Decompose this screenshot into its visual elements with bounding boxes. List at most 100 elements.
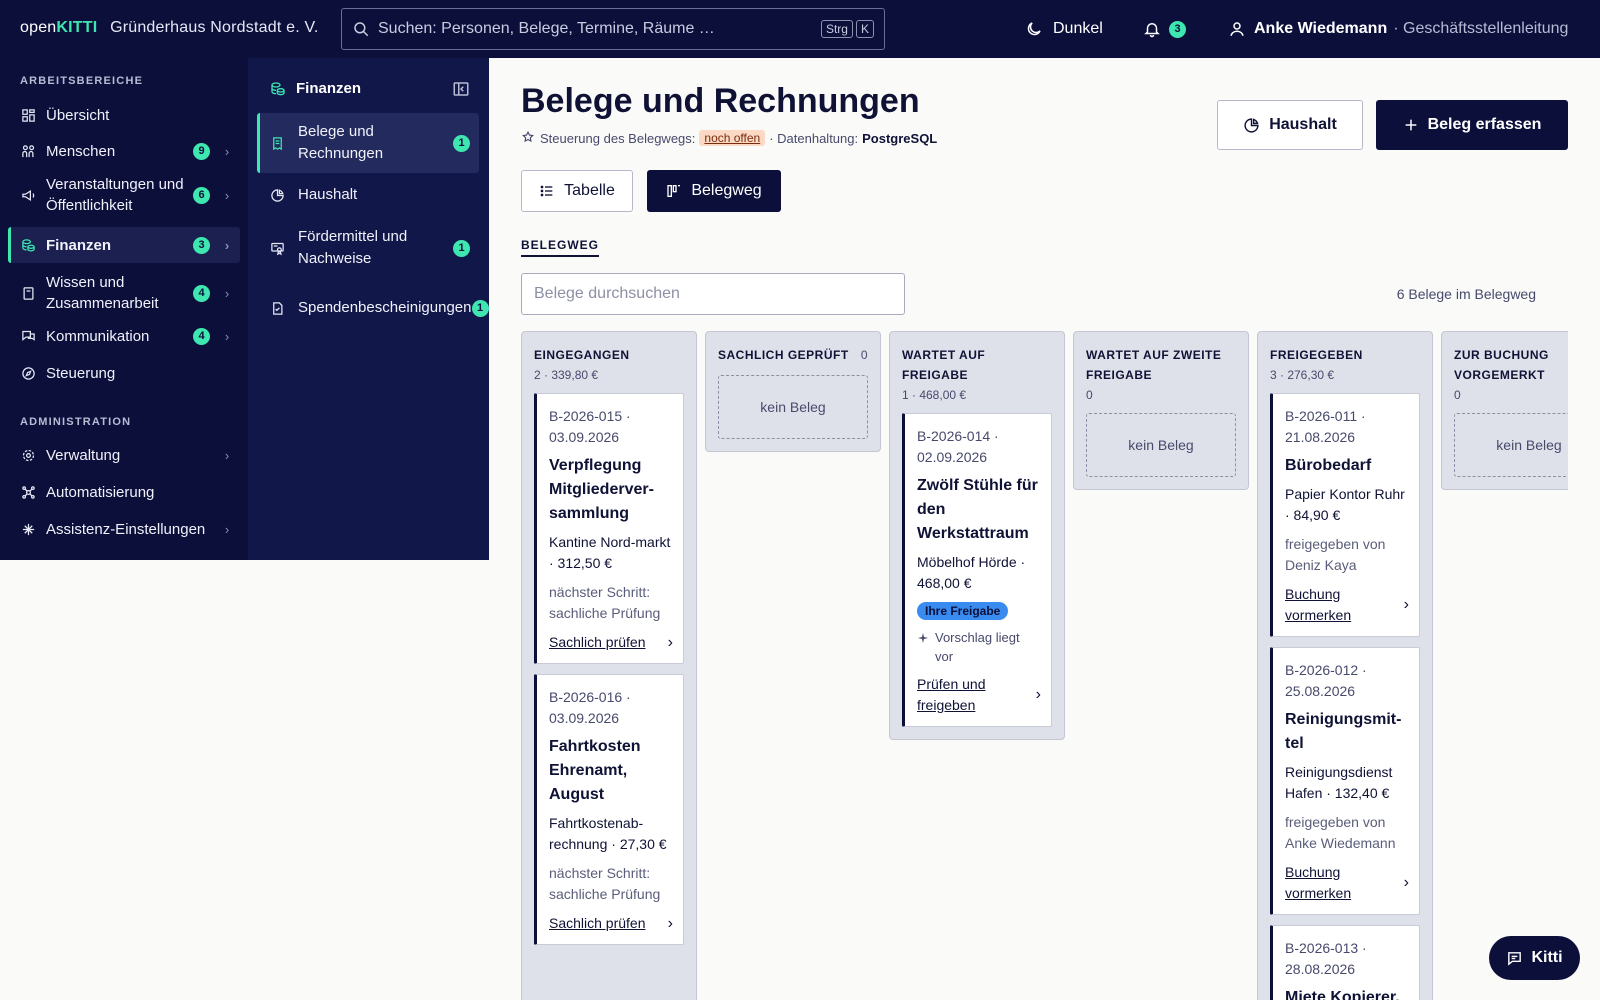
assistant-button[interactable]: Kitti [1489, 936, 1580, 980]
global-search[interactable]: Suchen: Personen, Belege, Termine, Räume… [341, 8, 885, 50]
workflow-icon [521, 131, 535, 145]
receipt-count: 6 Belege im Belegweg [1396, 286, 1536, 302]
list-icon [539, 183, 555, 199]
sidebar-item-label: Assistenz-Einstellungen [46, 520, 206, 538]
card-title: Fahrtkosten Ehrenamt, August [549, 738, 641, 803]
card-action-link[interactable]: Prüfen und freigeben [917, 674, 1036, 716]
sidebar-item-badge: 6 [193, 186, 210, 204]
view-board-button[interactable]: Belegweg [647, 170, 781, 212]
sidebar-item-label: Wissen und Zusammenarbeit [46, 274, 159, 312]
sidebar-item-automation[interactable]: Automatisierung [8, 475, 240, 509]
card-action[interactable]: Prüfen und freigeben › [917, 674, 1041, 716]
card-vendor-amount: Kantine Nord-markt · 312,50 € [549, 534, 671, 571]
chevron-right-icon: › [224, 328, 230, 344]
search-placeholder: Suchen: Personen, Belege, Termine, Räume… [378, 20, 715, 37]
card-action[interactable]: Sachlich prüfen › [549, 913, 673, 934]
card-action-link[interactable]: Sachlich prüfen [549, 632, 668, 653]
board-column-received: EINGEGANGEN 2 · 339,80 € B-2026-015 · 03… [521, 331, 697, 1000]
card-action-link[interactable]: Buchung vormerken [1285, 862, 1404, 904]
subnav-item-donation-receipts[interactable]: Spendenbescheinigungen 1 [257, 278, 489, 338]
column-title: ZUR BUCHUNG VORGEMERKT [1454, 348, 1549, 382]
sidebar-item-administration[interactable]: Verwaltung › [8, 438, 240, 472]
sidebar-item-people[interactable]: Menschen 9 › [8, 134, 240, 168]
add-receipt-button[interactable]: Beleg erfassen [1376, 100, 1568, 150]
card-reference: B-2026-014 · 02.09.2026 [917, 428, 999, 465]
sidebar-item-finance[interactable]: Finanzen 3 › [8, 227, 240, 263]
collapse-sidebar-icon[interactable] [452, 80, 470, 98]
document-check-icon [270, 301, 286, 316]
receipt-card[interactable]: B-2026-015 · 03.09.2026 Verpflegung Mitg… [534, 393, 684, 664]
subnav-item-funding[interactable]: Fördermittel und Nachweise 1 [257, 218, 479, 278]
card-action[interactable]: Sachlich prüfen › [549, 632, 673, 653]
sidebar-item-badge: 9 [193, 142, 210, 160]
receipt-card[interactable]: B-2026-012 · 25.08.2026 Reinigungsmit-te… [1270, 647, 1420, 915]
column-empty-state: kein Beleg [1454, 413, 1568, 477]
column-title: SACHLICH GEPRÜFT [718, 348, 849, 362]
sidebar-item-knowledge[interactable]: Wissen und Zusammenarbeit 4 › [8, 270, 240, 316]
receipt-card[interactable]: B-2026-014 · 02.09.2026 Zwölf Stühle für… [902, 413, 1052, 727]
card-next-step: nächster Schritt: sachliche Prüfung [549, 584, 661, 621]
sidebar-item-label: Automatisierung [46, 483, 155, 501]
page-title: Belege und Rechnungen [521, 82, 920, 120]
sidebar-item-label: Menschen [46, 142, 116, 160]
board-column-approved: FREIGEGEBEN 3 · 276,30 € B-2026-011 · 21… [1257, 331, 1433, 1000]
pie-chart-icon [270, 188, 286, 203]
board-column-booking-reserved: ZUR BUCHUNG VORGEMERKT 0 kein Beleg [1441, 331, 1568, 490]
status-badge[interactable]: noch offen [699, 130, 766, 146]
moon-icon [1025, 20, 1043, 38]
card-action[interactable]: Buchung vormerken › [1285, 584, 1409, 626]
sidebar-item-overview[interactable]: Übersicht [8, 98, 240, 132]
card-vendor-amount: Möbelhof Hörde · 468,00 € [917, 554, 1026, 591]
section-heading-admin: ADMINISTRATION [20, 416, 132, 428]
budget-button[interactable]: Haushalt [1217, 100, 1363, 150]
sidebar-item-badge: 4 [193, 327, 210, 345]
chevron-right-icon: › [667, 633, 673, 651]
certificate-icon [270, 241, 286, 256]
sidebar-item-assistant-settings[interactable]: Assistenz-Einstellungen › [8, 512, 240, 546]
organization-name: Gründerhaus Nordstadt e. V. [110, 19, 319, 36]
receipt-card[interactable]: B-2026-013 · 28.08.2026 Miete Kopierer, [1270, 925, 1420, 1000]
chevron-right-icon: › [667, 914, 673, 932]
sidebar-item-events[interactable]: Veranstaltungen und Öffentlichkeit 6 › [8, 172, 240, 218]
column-summary: 2 · 339,80 € [534, 368, 599, 382]
theme-label: Dunkel [1053, 20, 1103, 37]
column-empty-state: kein Beleg [718, 375, 868, 439]
board-column-second-approval: WARTET AUF ZWEITE FREIGABE 0 kein Beleg [1073, 331, 1249, 490]
sidebar-item-control[interactable]: Steuerung [8, 356, 240, 390]
card-suggestion: Vorschlag liegt vor [917, 628, 1041, 666]
subnav-item-receipts[interactable]: Belege und Rechnungen 1 [257, 113, 479, 173]
column-title: WARTET AUF ZWEITE FREIGABE [1086, 348, 1222, 382]
chevron-right-icon: › [1403, 596, 1409, 613]
pie-chart-icon [1243, 117, 1260, 134]
sidebar-item-label: Kommunikation [46, 327, 150, 345]
receipt-card[interactable]: B-2026-016 · 03.09.2026 Fahrtkosten Ehre… [534, 674, 684, 945]
view-table-button[interactable]: Tabelle [521, 170, 633, 212]
card-reference: B-2026-012 · 25.08.2026 [1285, 662, 1367, 699]
sidebar-item-badge: 4 [193, 284, 210, 302]
meta-storage-value: PostgreSQL [862, 130, 938, 146]
card-vendor-amount: Papier Kontor Ruhr · 84,90 € [1285, 486, 1405, 523]
card-title: Miete Kopierer, [1285, 989, 1400, 1000]
sidebar-item-communication[interactable]: Kommunikation 4 › [8, 319, 240, 353]
theme-toggle[interactable]: Dunkel [1025, 0, 1103, 58]
tab-belegweg[interactable]: BELEGWEG [521, 238, 600, 257]
card-action-link[interactable]: Sachlich prüfen [549, 913, 668, 934]
view-table-label: Tabelle [564, 182, 615, 199]
column-title: EINGEGANGEN [534, 348, 630, 362]
chevron-right-icon: › [1035, 686, 1041, 703]
subnav-item-budget[interactable]: Haushalt [257, 176, 479, 214]
column-count: 0 [860, 348, 868, 362]
receipts-search-input[interactable] [521, 273, 905, 315]
plus-icon [1403, 117, 1419, 133]
card-action[interactable]: Buchung vormerken › [1285, 862, 1409, 904]
user-menu[interactable]: Anke Wiedemann · Geschäftsstellenleitung [1228, 0, 1568, 58]
card-action-link[interactable]: Buchung vormerken [1285, 584, 1404, 626]
notifications-button[interactable]: 3 [1143, 0, 1186, 58]
column-summary: 3 · 276,30 € [1270, 368, 1335, 382]
brand[interactable]: openKITTI Gründerhaus Nordstadt e. V. [20, 19, 319, 37]
chat-icon [20, 328, 36, 344]
card-next-step: nächster Schritt: sachliche Prüfung [549, 865, 661, 902]
receipt-card[interactable]: B-2026-011 · 21.08.2026 Bürobedarf Papie… [1270, 393, 1420, 637]
brand-open: open [20, 19, 57, 36]
kanban-icon [666, 183, 682, 199]
